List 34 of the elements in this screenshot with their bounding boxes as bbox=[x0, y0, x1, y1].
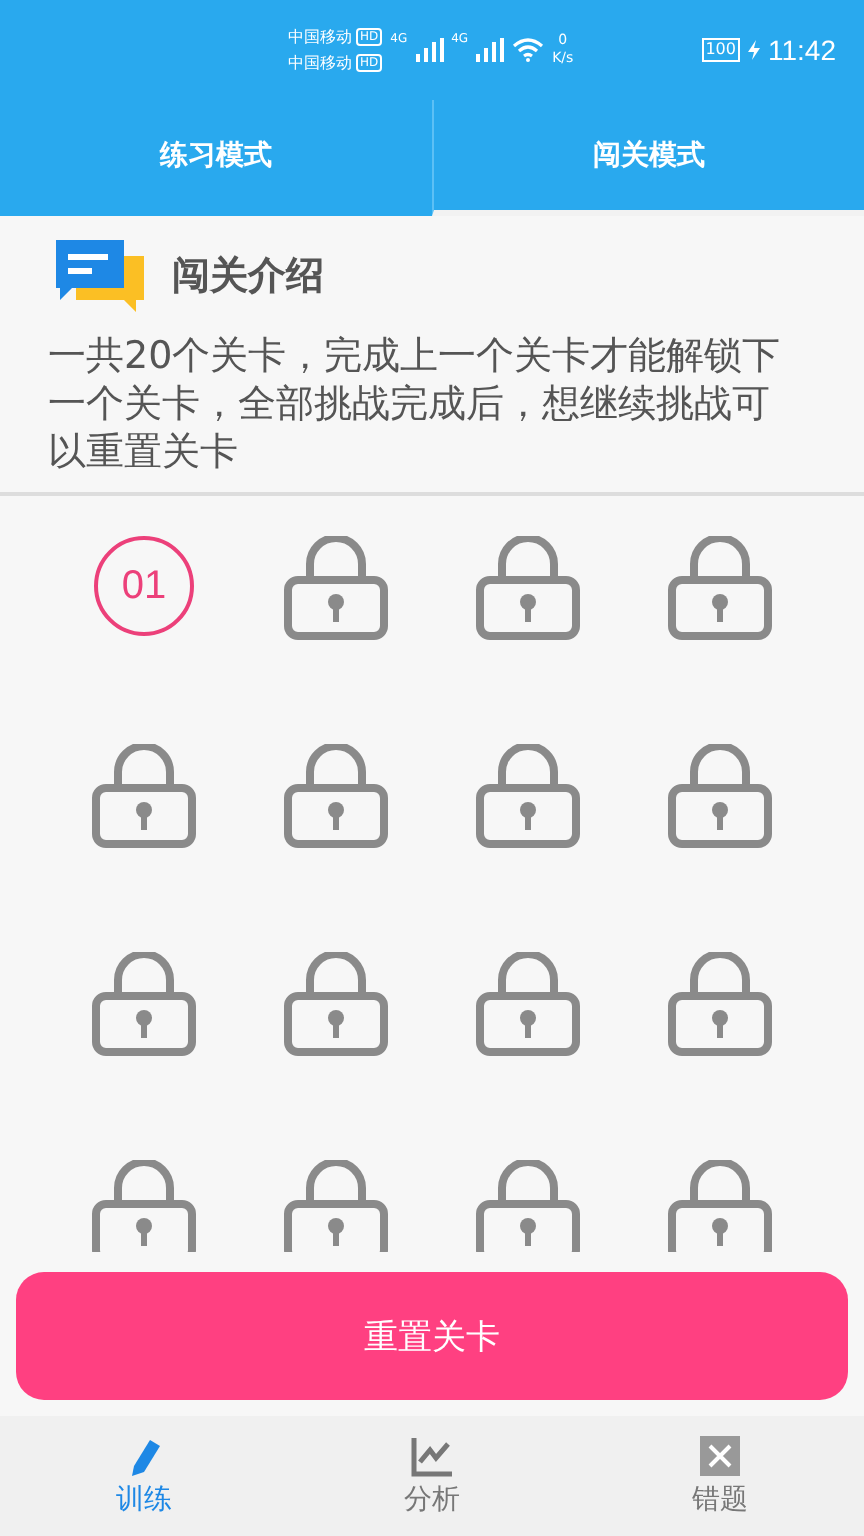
padlock-icon bbox=[474, 536, 582, 640]
chart-icon bbox=[410, 1434, 454, 1478]
padlock-icon bbox=[474, 1160, 582, 1252]
wifi-icon bbox=[512, 38, 545, 62]
signal-icon bbox=[415, 38, 444, 62]
padlock-icon bbox=[90, 744, 198, 848]
padlock-icon bbox=[90, 952, 198, 1056]
padlock-icon bbox=[666, 536, 774, 640]
battery-icon: 100 bbox=[701, 38, 740, 62]
bottom-nav-item[interactable]: 分析 bbox=[288, 1416, 576, 1536]
clock: 11:42 bbox=[768, 34, 836, 66]
padlock-icon bbox=[282, 1160, 390, 1252]
bottom-nav-item[interactable]: 训练 bbox=[0, 1416, 288, 1536]
wrong-answers-icon bbox=[698, 1434, 742, 1478]
chat-bubbles-icon bbox=[52, 236, 148, 316]
padlock-icon bbox=[282, 744, 390, 848]
mode-tab[interactable]: 闯关模式 bbox=[431, 100, 864, 216]
padlock-icon bbox=[666, 744, 774, 848]
padlock-icon bbox=[282, 536, 390, 640]
bottom-nav-item[interactable]: 错题 bbox=[576, 1416, 864, 1536]
padlock-icon bbox=[90, 1160, 198, 1252]
padlock-icon bbox=[474, 952, 582, 1056]
padlock-icon bbox=[666, 1160, 774, 1252]
signal-icon bbox=[476, 38, 505, 62]
carrier-name: 中国移动 bbox=[288, 52, 352, 76]
level-button[interactable]: 01 bbox=[94, 536, 194, 636]
padlock-icon bbox=[474, 744, 582, 848]
carrier-name: 中国移动 bbox=[288, 26, 352, 50]
intro-title: 闯关介绍 bbox=[172, 252, 324, 302]
charging-icon bbox=[748, 40, 760, 60]
padlock-icon bbox=[282, 952, 390, 1056]
intro-text: 一共20个关卡，完成上一个关卡才能解锁下一个关卡，全部挑战完成后，想继续挑战可以重置关卡 bbox=[48, 332, 783, 476]
padlock-icon bbox=[666, 952, 774, 1056]
reset-levels-button[interactable]: 重置关卡 bbox=[16, 1272, 848, 1400]
